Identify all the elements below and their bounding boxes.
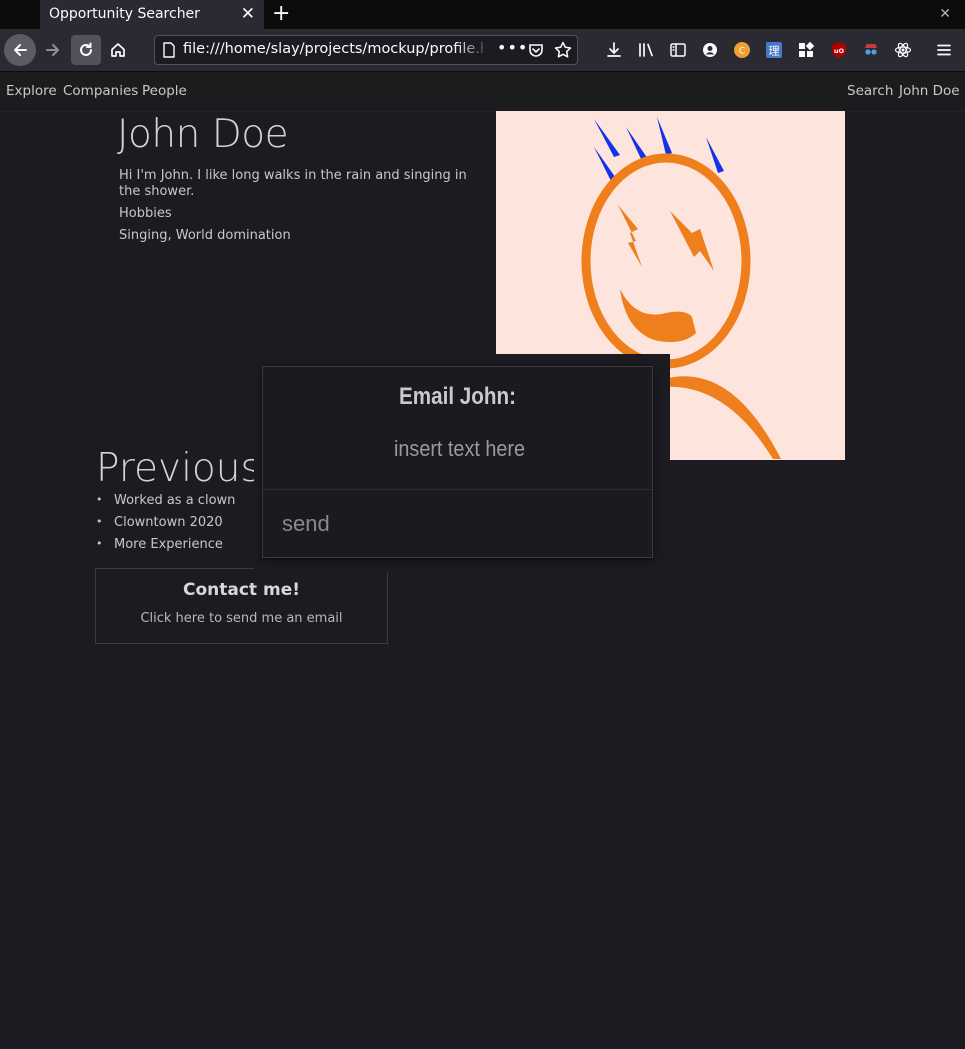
- nav-link-explore[interactable]: Explore: [6, 83, 57, 99]
- navigation-toolbar: file:///home/slay/projects/mockup/profil…: [0, 29, 965, 72]
- contact-subtitle: Click here to send me an email: [140, 611, 343, 626]
- menu-icon[interactable]: [934, 40, 954, 60]
- tab-title: Opportunity Searcher: [49, 6, 200, 22]
- sidebar-icon[interactable]: [668, 40, 688, 60]
- bookmark-star-icon[interactable]: [553, 40, 573, 60]
- list-item: Worked as a clown: [96, 493, 235, 515]
- url-bar[interactable]: file:///home/slay/projects/mockup/profil…: [154, 35, 578, 65]
- hobbies-label: Hobbies: [119, 206, 172, 221]
- contact-title: Contact me!: [183, 580, 300, 600]
- page-content: Explore Companies People Search John Doe…: [0, 72, 965, 1049]
- library-icon[interactable]: [636, 40, 656, 60]
- account-icon[interactable]: [700, 40, 720, 60]
- site-navbar: Explore Companies People Search John Doe: [0, 72, 965, 112]
- url-fade: [455, 38, 491, 62]
- email-modal: Email John: send: [262, 366, 653, 558]
- tab-close-icon[interactable]: ✕: [241, 4, 255, 24]
- nav-link-search[interactable]: Search: [847, 83, 893, 99]
- email-modal-title: Email John:: [399, 383, 516, 410]
- nav-link-profile[interactable]: John Doe: [899, 83, 960, 99]
- svg-text:uO: uO: [834, 47, 845, 55]
- profile-name: John Doe: [117, 112, 289, 157]
- page-icon: [163, 42, 175, 58]
- list-item: Clowntown 2020: [96, 515, 235, 537]
- tab-strip: Opportunity Searcher ✕ + ✕: [0, 0, 965, 29]
- new-tab-button[interactable]: +: [272, 1, 290, 26]
- email-message-input[interactable]: [300, 430, 619, 468]
- pocket-icon[interactable]: [527, 41, 545, 59]
- react-devtools-icon[interactable]: [893, 40, 913, 60]
- svg-text:C: C: [739, 47, 745, 57]
- nav-link-companies[interactable]: Companies: [63, 83, 138, 99]
- nav-link-people[interactable]: People: [142, 83, 187, 99]
- arrow-left-icon: [14, 44, 27, 56]
- send-button[interactable]: send: [263, 490, 652, 557]
- extension-translate-icon[interactable]: 理: [764, 40, 784, 60]
- extension-coin-icon[interactable]: C: [732, 40, 752, 60]
- forward-button[interactable]: [38, 35, 68, 65]
- window-close-icon[interactable]: ✕: [939, 6, 951, 22]
- tab-opportunity-searcher[interactable]: Opportunity Searcher ✕: [40, 0, 264, 29]
- back-button[interactable]: [4, 34, 36, 66]
- arrow-right-icon: [46, 44, 59, 56]
- svg-text:理: 理: [769, 45, 780, 58]
- reload-button[interactable]: [71, 35, 101, 65]
- ublock-origin-icon[interactable]: uO: [829, 40, 849, 60]
- home-button[interactable]: [103, 35, 133, 65]
- page-actions-icon[interactable]: •••: [497, 38, 528, 57]
- contact-card[interactable]: Contact me! Click here to send me an ema…: [95, 568, 388, 644]
- hobbies-list: Singing, World domination: [119, 228, 291, 243]
- extension-grid-icon[interactable]: [796, 40, 816, 60]
- list-item: More Experience: [96, 537, 235, 559]
- url-text[interactable]: file:///home/slay/projects/mockup/profil…: [183, 41, 483, 57]
- profile-bio: Hi I'm John. I like long walks in the ra…: [119, 168, 467, 199]
- downloads-icon[interactable]: [604, 40, 624, 60]
- home-icon: [111, 43, 125, 57]
- extension-spy-icon[interactable]: [861, 40, 881, 60]
- reload-icon: [80, 42, 92, 56]
- experience-list: Worked as a clown Clowntown 2020 More Ex…: [96, 493, 235, 559]
